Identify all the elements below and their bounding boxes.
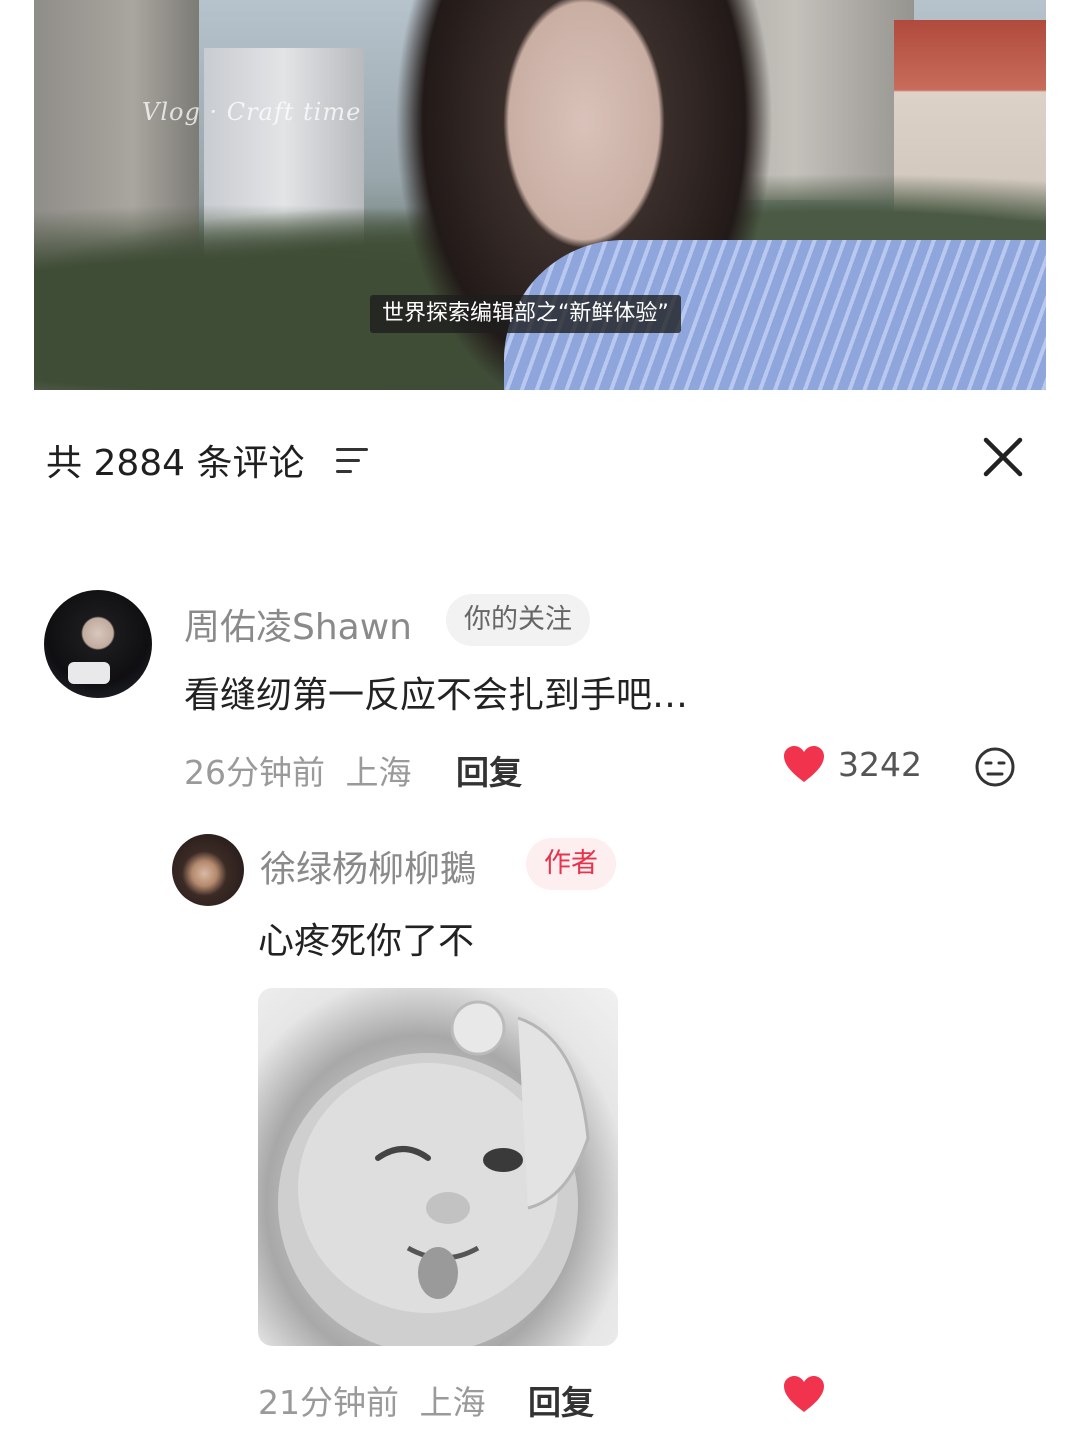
- dislike-button[interactable]: [974, 746, 1016, 788]
- author-badge: 作者: [526, 838, 616, 890]
- comment-time: 26分钟前: [184, 753, 325, 792]
- comment-sheet-header: 共 2884 条评论: [0, 390, 1080, 520]
- video-subtitle: 世界探索编辑部之“新鲜体验”: [370, 295, 681, 333]
- sticker-image: [278, 1000, 590, 1346]
- comment-sheet: 共 2884 条评论 周佑凌Shawn 你的关注 看缝纫第一反应不会扎到手吧… …: [0, 390, 1080, 1440]
- video-player[interactable]: Vlog · Craft time 世界探索编辑部之“新鲜体验”: [34, 0, 1046, 392]
- winking-baby-sticker[interactable]: [258, 988, 618, 1346]
- reply-author[interactable]: 徐绿杨柳柳鵝: [260, 840, 476, 892]
- reply-time: 21分钟前: [258, 1383, 399, 1422]
- comment-meta: 26分钟前 上海: [184, 746, 412, 794]
- heart-icon: [784, 1376, 824, 1412]
- like-button[interactable]: 3242: [782, 744, 922, 784]
- reply-location: 上海: [419, 1383, 486, 1422]
- comment-location: 上海: [345, 753, 412, 792]
- reply-text[interactable]: 心疼死你了不: [258, 912, 474, 964]
- reply-button[interactable]: 回复: [456, 746, 522, 794]
- following-badge: 你的关注: [446, 594, 590, 646]
- video-watermark: Vlog · Craft time: [142, 98, 362, 126]
- heart-icon: [784, 746, 824, 782]
- comment-text[interactable]: 看缝纫第一反应不会扎到手吧…: [184, 666, 688, 718]
- comment-count: 共 2884 条评论: [46, 443, 305, 484]
- avatar[interactable]: [44, 590, 152, 698]
- close-icon: [983, 437, 1023, 477]
- meh-face-icon: [975, 747, 1015, 787]
- reply-meta: 21分钟前 上海: [258, 1376, 486, 1424]
- like-button[interactable]: [782, 1374, 826, 1414]
- like-count: 3242: [838, 744, 922, 784]
- sort-filter-icon[interactable]: [336, 448, 368, 474]
- comment-author[interactable]: 周佑凌Shawn: [184, 598, 412, 650]
- close-button[interactable]: [978, 432, 1028, 482]
- avatar[interactable]: [172, 834, 244, 906]
- reply-button[interactable]: 回复: [528, 1376, 594, 1424]
